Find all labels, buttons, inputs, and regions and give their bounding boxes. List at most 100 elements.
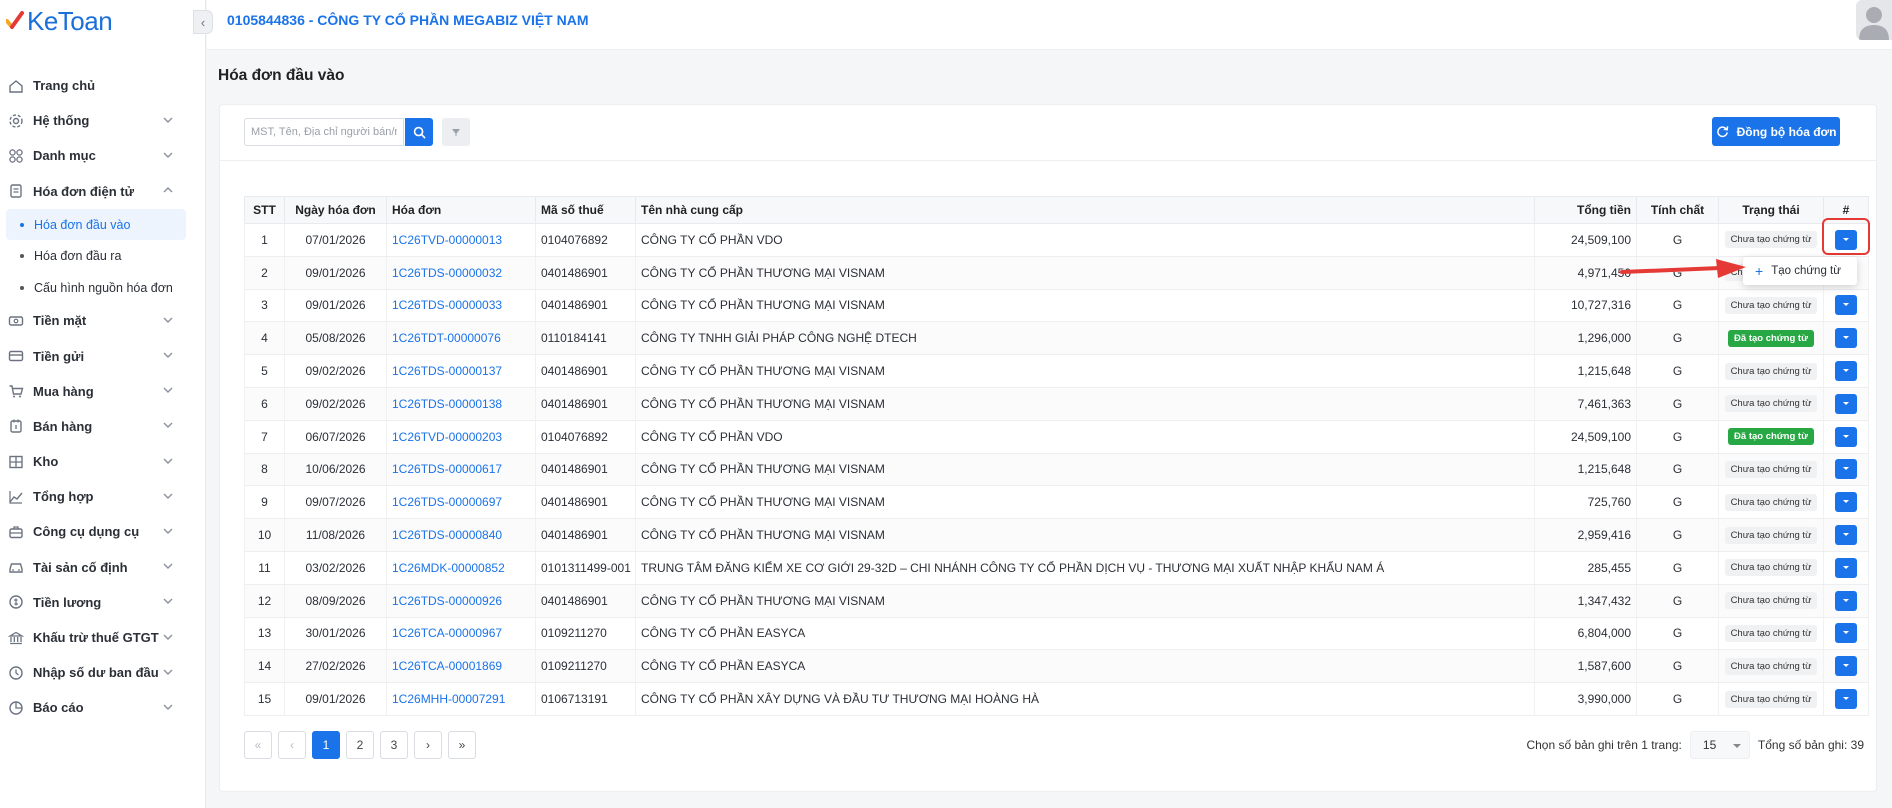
app-logo[interactable]: KeToan	[6, 6, 113, 36]
invoice-link[interactable]: 1C26TDS-00000032	[392, 266, 502, 280]
page-button[interactable]: 3	[380, 731, 408, 759]
page-size-select[interactable]: 15	[1689, 731, 1750, 759]
sidebar-item-tai-san-co-dinh[interactable]: Tài sản cố định	[0, 550, 206, 585]
table-row[interactable]: 9 09/07/2026 1C26TDS-00000697 0401486901…	[244, 485, 1869, 520]
cell-tax-code: 0104076892	[535, 420, 636, 454]
invoice-link[interactable]: 1C26TCA-00000967	[392, 626, 502, 640]
sidebar-item-label: Hệ thống	[33, 113, 90, 129]
prev-page-button[interactable]: ‹	[278, 731, 306, 759]
invoice-link[interactable]: 1C26TDS-00000617	[392, 462, 502, 476]
row-action-button[interactable]	[1835, 393, 1857, 414]
cell-supplier: CÔNG TY CỔ PHẦN THƯƠNG MẠI VISNAM	[635, 354, 1535, 388]
sidebar-item-nhap-so-du-ban-dau[interactable]: Nhập số dư ban đầu	[0, 655, 206, 690]
table-row[interactable]: 10 11/08/2026 1C26TDS-00000840 040148690…	[244, 518, 1869, 552]
invoice-link[interactable]: 1C26MHH-00007291	[392, 692, 505, 706]
search-input[interactable]	[244, 118, 404, 146]
cell-status: Chưa tạo chứng từ	[1718, 518, 1824, 552]
table-row[interactable]: 6 09/02/2026 1C26TDS-00000138 0401486901…	[244, 387, 1869, 421]
row-action-button[interactable]	[1835, 426, 1857, 447]
sidebar-item-ban-hang[interactable]: Bán hàng	[0, 409, 206, 444]
cell-total: 285,455	[1534, 551, 1637, 585]
row-action-button[interactable]	[1835, 492, 1857, 513]
invoice-link[interactable]: 1C26TDS-00000926	[392, 594, 502, 608]
next-page-button[interactable]: ›	[414, 731, 442, 759]
invoice-link[interactable]: 1C26TCA-00001869	[392, 659, 502, 673]
bullet-icon	[20, 222, 24, 227]
sidebar-item-khau-tru-thue-gtgt[interactable]: Khấu trừ thuế GTGT	[0, 620, 206, 655]
row-action-button[interactable]	[1835, 590, 1857, 611]
cell-date: 05/08/2026	[284, 321, 387, 356]
filter-button[interactable]	[442, 118, 470, 146]
first-page-button[interactable]: «	[244, 731, 272, 759]
highlight-box	[1822, 218, 1870, 255]
row-action-button[interactable]	[1835, 656, 1857, 677]
sidebar-subitem-hoa-don-dau-vao[interactable]: Hóa đơn đầu vào	[6, 208, 186, 241]
cell-nature: G	[1636, 223, 1719, 257]
sidebar-item-tien-gui[interactable]: Tiền gửi	[0, 338, 206, 373]
company-name[interactable]: 0105844836 - CÔNG TY CỔ PHẦN MEGABIZ VIỆ…	[227, 12, 589, 28]
search-button[interactable]	[405, 118, 433, 146]
sidebar-subitem-hoa-don-dau-ra[interactable]: Hóa đơn đầu ra	[0, 240, 206, 272]
table-row[interactable]: 12 08/09/2026 1C26TDS-00000926 040148690…	[244, 584, 1869, 618]
row-action-button[interactable]	[1835, 295, 1857, 316]
sidebar-item-kho[interactable]: Kho	[0, 444, 206, 479]
cell-status: Chưa tạo chứng từ	[1718, 289, 1824, 323]
table-row[interactable]: 14 27/02/2026 1C26TCA-00001869 010921127…	[244, 649, 1869, 684]
cell-total: 1,587,600	[1534, 649, 1637, 684]
cell-total: 10,727,316	[1534, 289, 1637, 323]
page-button[interactable]: 2	[346, 731, 374, 759]
invoice-link[interactable]: 1C26TDS-00000137	[392, 364, 502, 378]
sidebar-item-hoa-don-dien-tu[interactable]: Hóa đơn điện tử	[0, 174, 206, 209]
row-action-dropdown[interactable]: + Tạo chứng từ	[1743, 257, 1857, 285]
row-action-button[interactable]	[1835, 328, 1857, 349]
sidebar-item-he-thong[interactable]: Hệ thống	[0, 103, 206, 138]
invoice-link[interactable]: 1C26TDS-00000138	[392, 397, 502, 411]
sidebar-item-cong-cu-dung-cu[interactable]: Công cụ dụng cụ	[0, 514, 206, 549]
logo-mark-icon	[6, 11, 24, 29]
sidebar-item-tien-luong[interactable]: Tiền lương	[0, 585, 206, 620]
invoice-link[interactable]: 1C26TDS-00000697	[392, 495, 502, 509]
create-voucher-option[interactable]: Tạo chứng từ	[1771, 265, 1841, 277]
cash-icon	[8, 316, 24, 326]
row-action-button[interactable]	[1835, 623, 1857, 644]
table-row[interactable]: 13 30/01/2026 1C26TCA-00000967 010921127…	[244, 617, 1869, 651]
page-button[interactable]: 1	[312, 731, 340, 759]
table-row[interactable]: 11 03/02/2026 1C26MDK-00000852 010131149…	[244, 551, 1869, 585]
cell-action	[1823, 387, 1869, 421]
sidebar-subitem-cau-hinh-nguon-hoa-don[interactable]: Cấu hình nguồn hóa đơn	[0, 272, 206, 304]
invoice-link[interactable]: 1C26TVD-00000203	[392, 430, 502, 444]
invoice-link[interactable]: 1C26TVD-00000013	[392, 233, 502, 247]
sidebar-item-label: Tiền mặt	[33, 313, 87, 329]
row-action-button[interactable]	[1835, 361, 1857, 382]
row-action-button[interactable]	[1835, 689, 1857, 710]
invoice-link[interactable]: 1C26MDK-00000852	[392, 561, 505, 575]
table-row[interactable]: 5 09/02/2026 1C26TDS-00000137 0401486901…	[244, 354, 1869, 388]
sidebar-item-tien-mat[interactable]: Tiền mặt	[0, 303, 206, 338]
table-row[interactable]: 3 09/01/2026 1C26TDS-00000033 0401486901…	[244, 289, 1869, 323]
grid-icon	[9, 149, 23, 163]
invoice-link[interactable]: 1C26TDT-00000076	[392, 331, 501, 345]
sidebar-item-mua-hang[interactable]: Mua hàng	[0, 374, 206, 409]
row-action-button[interactable]	[1835, 459, 1857, 480]
avatar[interactable]	[1856, 0, 1892, 40]
sidebar-item-bao-cao[interactable]: Báo cáo	[0, 690, 206, 725]
last-page-button[interactable]: »	[448, 731, 476, 759]
invoice-link[interactable]: 1C26TDS-00000840	[392, 528, 502, 542]
sidebar-item-tong-hop[interactable]: Tổng hợp	[0, 479, 206, 514]
sidebar-item-danh-muc[interactable]: Danh mục	[0, 138, 206, 173]
cell-total: 725,760	[1534, 485, 1637, 520]
sync-invoices-button[interactable]: Đồng bộ hóa đơn	[1712, 117, 1840, 146]
sidebar-collapse-button[interactable]: ‹	[193, 10, 213, 34]
table-row[interactable]: 7 06/07/2026 1C26TVD-00000203 0104076892…	[244, 420, 1869, 454]
table-row[interactable]: 1 07/01/2026 1C26TVD-00000013 0104076892…	[244, 223, 1869, 257]
table-row[interactable]: 15 09/01/2026 1C26MHH-00007291 010671319…	[244, 682, 1869, 716]
row-action-button[interactable]	[1835, 557, 1857, 578]
invoice-link[interactable]: 1C26TDS-00000033	[392, 298, 502, 312]
cell-date: 09/01/2026	[284, 682, 387, 716]
row-action-button[interactable]	[1835, 525, 1857, 546]
table-row[interactable]: 4 05/08/2026 1C26TDT-00000076 0110184141…	[244, 321, 1869, 356]
column-header: Mã số thuế	[535, 196, 636, 224]
page-size-area: Chọn số bản ghi trên 1 trang: 15 Tổng số…	[1526, 731, 1864, 759]
sidebar-item-trang-chu[interactable]: Trang chủ	[0, 68, 206, 103]
table-row[interactable]: 8 10/06/2026 1C26TDS-00000617 0401486901…	[244, 453, 1869, 487]
